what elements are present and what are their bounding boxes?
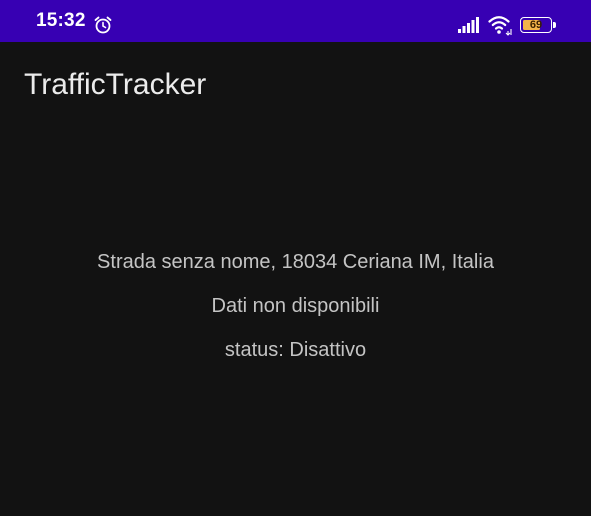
main-content: Strada senza nome, 18034 Ceriana IM, Ita…	[0, 246, 591, 378]
wifi-icon	[488, 16, 512, 36]
status-time: 15:32	[36, 10, 86, 31]
address-text: Strada senza nome, 18034 Ceriana IM, Ita…	[97, 251, 494, 273]
battery-cap	[553, 22, 556, 28]
app-bar: TrafficTracker	[0, 42, 591, 132]
app-screen: 15:32 69 TrafficTracker Strada senza nom…	[0, 0, 591, 516]
signal-icon	[458, 17, 479, 33]
alarm-icon	[94, 16, 112, 34]
data-status-text: Dati non disponibili	[211, 295, 380, 317]
battery-icon: 69	[520, 17, 557, 35]
battery-level: 69	[529, 19, 543, 31]
status-text: status: Disattivo	[224, 339, 367, 361]
app-title: TrafficTracker	[24, 68, 207, 101]
status-bar: 15:32 69	[0, 0, 591, 42]
